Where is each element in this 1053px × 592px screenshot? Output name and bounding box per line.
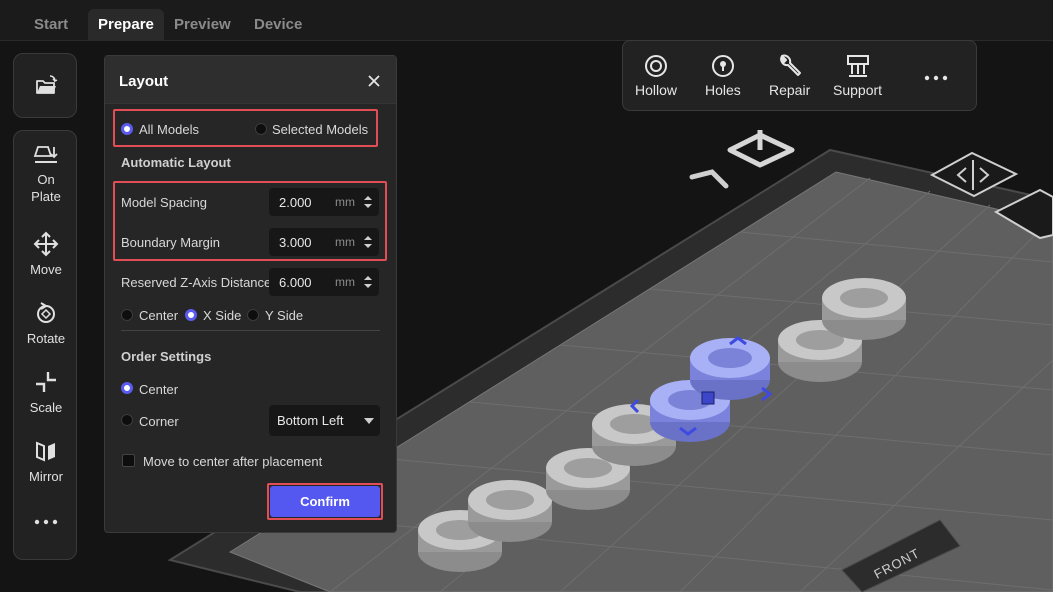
spinner-icon[interactable] <box>363 234 373 250</box>
order-center-radio[interactable] <box>121 382 133 394</box>
repair-icon <box>779 54 801 76</box>
more-top-button[interactable] <box>923 70 949 88</box>
confirm-button[interactable]: Confirm <box>270 486 380 517</box>
corner-select-value: Bottom Left <box>277 413 344 428</box>
model-spacing-value: 2.000 <box>279 195 312 210</box>
order-corner-radio[interactable] <box>121 414 133 426</box>
on-plate-label-2: Plate <box>31 189 61 204</box>
hollow-button[interactable]: Hollow <box>635 53 677 98</box>
placement-center-label: Center <box>139 308 179 323</box>
order-center-label: Center <box>139 382 179 397</box>
reserved-z-input[interactable]: 6.000 mm <box>269 268 379 296</box>
close-icon[interactable] <box>364 71 384 91</box>
rotate-label: Rotate <box>26 331 66 346</box>
scale-button[interactable]: Scale <box>14 369 78 416</box>
on-plate-icon <box>33 146 58 163</box>
boundary-margin-input[interactable]: 3.000 mm <box>269 228 379 256</box>
on-plate-button[interactable]: On Plate <box>14 143 78 205</box>
rotate-icon <box>37 302 55 323</box>
boundary-margin-label: Boundary Margin <box>121 235 220 250</box>
mirror-icon <box>36 441 55 462</box>
model-spacing-unit: mm <box>335 195 355 209</box>
on-plate-label-1: On <box>37 172 55 187</box>
scale-label: Scale <box>29 400 63 415</box>
reserved-z-label: Reserved Z-Axis Distance <box>121 275 272 290</box>
mirror-label: Mirror <box>29 469 63 484</box>
boundary-margin-unit: mm <box>335 235 355 249</box>
layout-panel-header: Layout <box>105 56 396 104</box>
top-toolbar: Hollow Holes Repair Support <box>622 40 977 111</box>
placement-y-side-label: Y Side <box>265 308 304 323</box>
move-button[interactable]: Move <box>14 231 78 278</box>
support-button[interactable]: Support <box>833 53 882 98</box>
automatic-layout-title: Automatic Layout <box>121 155 231 170</box>
more-icon <box>34 519 58 525</box>
selected-models-label: Selected Models <box>272 122 369 137</box>
move-to-center-checkbox[interactable] <box>122 454 135 467</box>
hollow-icon <box>645 55 667 77</box>
move-label: Move <box>30 262 62 277</box>
move-icon <box>33 231 59 257</box>
divider <box>121 330 380 331</box>
order-corner-label: Corner <box>139 414 179 429</box>
open-folder-icon[interactable] <box>34 74 58 103</box>
open-file-card <box>13 53 77 118</box>
spinner-icon[interactable] <box>363 194 373 210</box>
holes-button[interactable]: Holes <box>705 53 741 98</box>
boundary-margin-value: 3.000 <box>279 235 312 250</box>
repair-button[interactable]: Repair <box>769 53 810 98</box>
scale-icon <box>36 372 56 392</box>
hollow-label: Hollow <box>635 82 678 98</box>
placement-x-side-radio[interactable] <box>185 309 197 321</box>
corner-select[interactable]: Bottom Left <box>269 405 380 436</box>
tab-prepare[interactable]: Prepare <box>88 9 164 41</box>
left-toolbar: On Plate Move Rotate Scale Mirror <box>13 130 77 560</box>
placement-y-side-radio[interactable] <box>247 309 259 321</box>
spinner-icon[interactable] <box>363 274 373 290</box>
rotate-button[interactable]: Rotate <box>14 300 78 347</box>
holes-label: Holes <box>705 82 741 98</box>
placement-x-side-label: X Side <box>203 308 242 323</box>
more-tools-button[interactable] <box>14 517 78 531</box>
layout-panel-title: Layout <box>119 73 169 90</box>
tab-preview[interactable]: Preview <box>164 9 241 41</box>
move-to-center-label: Move to center after placement <box>143 454 323 469</box>
layout-panel: Layout All Models Selected Models Automa… <box>104 55 397 533</box>
repair-label: Repair <box>769 82 811 98</box>
reserved-z-unit: mm <box>335 275 355 289</box>
all-models-label: All Models <box>139 122 199 137</box>
tab-bar: Start Prepare Preview Device <box>0 0 1053 41</box>
tab-device[interactable]: Device <box>244 9 312 41</box>
more-icon <box>924 75 948 81</box>
tab-start[interactable]: Start <box>24 9 78 41</box>
placement-center-radio[interactable] <box>121 309 133 321</box>
reserved-z-value: 6.000 <box>279 275 312 290</box>
order-settings-title: Order Settings <box>121 349 212 364</box>
holes-icon <box>711 55 734 77</box>
selected-models-radio[interactable] <box>255 123 267 135</box>
support-icon <box>846 55 869 77</box>
mirror-button[interactable]: Mirror <box>14 438 78 485</box>
model-spacing-input[interactable]: 2.000 mm <box>269 188 379 216</box>
all-models-radio[interactable] <box>121 123 133 135</box>
support-label: Support <box>833 82 883 98</box>
model-spacing-label: Model Spacing <box>121 195 207 210</box>
chevron-down-icon <box>364 418 374 424</box>
